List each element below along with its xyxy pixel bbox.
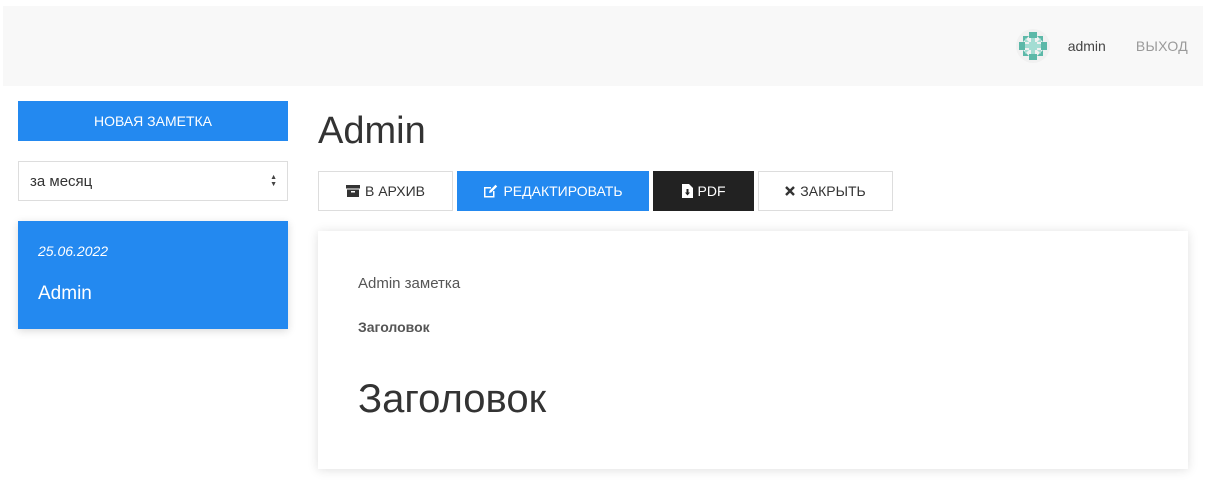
note-date: 25.06.2022: [38, 243, 109, 259]
note-title: Admin: [38, 283, 92, 304]
avatar[interactable]: [1015, 29, 1050, 63]
note-bold-heading: Заголовок: [358, 319, 430, 335]
note-list-item[interactable]: 25.06.2022 Admin: [18, 221, 288, 329]
period-select[interactable]: за месяц ▲ ▼: [18, 161, 288, 201]
archive-button[interactable]: В АРХИВ: [318, 171, 453, 211]
note-subtitle: Admin заметка: [358, 275, 461, 292]
page-title: Admin: [318, 110, 426, 152]
close-button[interactable]: ЗАКРЫТЬ: [758, 171, 893, 211]
note-content: Admin заметка Заголовок Заголовок: [318, 231, 1188, 469]
username[interactable]: admin: [1068, 38, 1106, 54]
pdf-button-label: PDF: [697, 183, 726, 199]
edit-icon: [484, 184, 498, 198]
archive-button-label: В АРХИВ: [364, 183, 425, 199]
main-content: Admin В АРХИВ РЕДАКТИРОВАТЬ PDF ЗАКРЫТЬ …: [318, 101, 1188, 469]
note-toolbar: В АРХИВ РЕДАКТИРОВАТЬ PDF ЗАКРЫТЬ: [318, 171, 1188, 211]
top-navbar: admin ВЫХОД: [3, 6, 1203, 86]
pdf-button[interactable]: PDF: [653, 171, 754, 211]
close-button-label: ЗАКРЫТЬ: [800, 183, 866, 199]
edit-button-label: РЕДАКТИРОВАТЬ: [503, 183, 623, 199]
user-area: admin ВЫХОД: [1015, 6, 1188, 86]
period-select-value: за месяц: [30, 172, 93, 190]
new-note-button[interactable]: НОВАЯ ЗАМЕТКА: [18, 101, 288, 141]
archive-icon: [345, 185, 360, 197]
file-download-icon: [681, 184, 693, 198]
edit-button[interactable]: РЕДАКТИРОВАТЬ: [457, 171, 649, 211]
sidebar: НОВАЯ ЗАМЕТКА за месяц ▲ ▼ 25.06.2022 Adm…: [18, 101, 288, 329]
close-icon: [785, 186, 796, 196]
logout-link[interactable]: ВЫХОД: [1136, 38, 1188, 54]
note-heading: Заголовок: [358, 377, 547, 421]
select-arrows-icon: ▲ ▼: [270, 174, 277, 188]
